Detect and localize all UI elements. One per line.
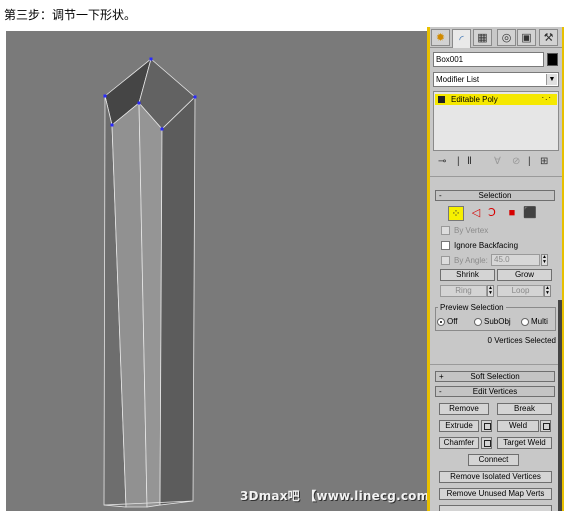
vertex-mode-icon[interactable]: ⁘ bbox=[448, 206, 464, 221]
checkbox-label: Ignore Backfacing bbox=[454, 241, 519, 250]
shrink-button[interactable]: Shrink bbox=[440, 269, 495, 281]
connect-button[interactable]: Connect bbox=[468, 454, 519, 466]
selection-status: 0 Vertices Selected bbox=[487, 336, 556, 345]
remove-button[interactable]: Remove bbox=[439, 403, 489, 415]
separator-icon: | bbox=[528, 156, 531, 167]
subobject-selector: ⁘ ◁ Ↄ ■ ⬛ bbox=[448, 206, 548, 222]
selection-rollout-header[interactable]: - Selection bbox=[435, 190, 555, 201]
preview-selection-title: Preview Selection bbox=[438, 303, 506, 312]
polygon-mode-icon[interactable]: ■ bbox=[504, 206, 520, 221]
weight-button[interactable] bbox=[439, 505, 552, 511]
soft-selection-rollout-header[interactable]: + Soft Selection bbox=[435, 371, 555, 382]
modifier-list-dropdown[interactable]: Modifier List ▼ bbox=[433, 72, 559, 87]
ring-button[interactable]: Ring bbox=[440, 285, 487, 297]
step-caption: 第三步：调节一下形状。 bbox=[4, 8, 137, 22]
chevron-down-icon: ▼ bbox=[546, 74, 557, 85]
loop-button[interactable]: Loop bbox=[497, 285, 544, 297]
extrude-button[interactable]: Extrude bbox=[439, 420, 479, 432]
divider bbox=[430, 364, 562, 365]
radio-button[interactable] bbox=[437, 318, 445, 326]
collapse-sign: - bbox=[439, 387, 442, 396]
divider bbox=[430, 176, 562, 177]
remove-unused-map-verts-button[interactable]: Remove Unused Map Verts bbox=[439, 488, 552, 500]
watermark: 3Dmax吧 【www.linecg.com/tieba/1771】 bbox=[240, 489, 427, 503]
stack-item-editable-poly[interactable]: Editable Poly ·.· bbox=[435, 93, 557, 105]
radio-button[interactable] bbox=[474, 318, 482, 326]
utilities-tab-icon[interactable]: ⚒ bbox=[539, 29, 558, 46]
hierarchy-tab-icon[interactable]: ▦ bbox=[473, 29, 492, 46]
stack-item-label: Editable Poly bbox=[451, 95, 498, 104]
element-mode-icon[interactable]: ⬛ bbox=[522, 206, 538, 221]
create-tab-icon[interactable]: ✹ bbox=[431, 29, 450, 46]
show-end-result-icon[interactable]: Ⅱ bbox=[467, 156, 472, 167]
checkbox-box[interactable] bbox=[441, 256, 450, 265]
chamfer-button[interactable]: Chamfer bbox=[439, 437, 479, 449]
ring-spinner-icon[interactable]: ▲ ▼ bbox=[487, 285, 494, 297]
display-tab-icon[interactable]: ▣ bbox=[517, 29, 536, 46]
weld-settings-icon[interactable] bbox=[540, 420, 551, 432]
border-mode-icon[interactable]: Ↄ bbox=[484, 206, 500, 221]
pin-stack-icon[interactable]: ⊸ bbox=[438, 156, 446, 167]
command-panel: ✹ ◜ ▦ ◎ ▣ ⚒ Box001 Modifier List ▼ Edita… bbox=[430, 27, 562, 511]
rollout-title: Edit Vertices bbox=[472, 387, 518, 396]
vertex-dots-icon: ·.· bbox=[541, 93, 552, 102]
modifier-list-label: Modifier List bbox=[436, 75, 480, 84]
expand-sign: + bbox=[439, 372, 444, 381]
remove-modifier-icon[interactable]: ⊘ bbox=[512, 156, 520, 167]
checkbox-box[interactable] bbox=[441, 226, 450, 235]
loop-spinner-icon[interactable]: ▲ ▼ bbox=[544, 285, 551, 297]
expand-icon[interactable] bbox=[438, 96, 445, 103]
checkbox-box[interactable] bbox=[441, 241, 450, 250]
object-name-field[interactable]: Box001 bbox=[433, 52, 544, 67]
target-weld-button[interactable]: Target Weld bbox=[497, 437, 552, 449]
command-panel-tabs: ✹ ◜ ▦ ◎ ▣ ⚒ bbox=[430, 27, 562, 48]
checkbox-label: By Angle: bbox=[454, 256, 488, 265]
collapse-sign: - bbox=[439, 191, 442, 200]
separator-icon: | bbox=[457, 156, 460, 167]
command-panel-scrollbar[interactable] bbox=[558, 300, 562, 511]
motion-tab-icon[interactable]: ◎ bbox=[497, 29, 516, 46]
edit-vertices-rollout-header[interactable]: - Edit Vertices bbox=[435, 386, 555, 397]
configure-modifier-sets-icon[interactable]: ⊞ bbox=[540, 156, 548, 167]
modifier-stack: Editable Poly ·.· bbox=[433, 91, 559, 151]
crystal-mesh bbox=[103, 57, 197, 508]
extrude-settings-icon[interactable] bbox=[481, 420, 492, 432]
angle-spinner-field[interactable]: 45.0 bbox=[491, 254, 540, 266]
modify-tab-icon[interactable]: ◜ bbox=[452, 29, 471, 48]
stack-toolbar: ⊸ | Ⅱ ∀ ⊘ | ⊞ bbox=[430, 155, 562, 171]
rollout-title: Selection bbox=[478, 191, 512, 200]
radio-label: Off bbox=[447, 317, 458, 326]
radio-label: SubObj bbox=[484, 317, 511, 326]
edge-mode-icon[interactable]: ◁ bbox=[468, 206, 484, 221]
grow-button[interactable]: Grow bbox=[497, 269, 552, 281]
object-color-swatch[interactable] bbox=[547, 53, 558, 66]
chamfer-settings-icon[interactable] bbox=[481, 437, 492, 449]
break-button[interactable]: Break bbox=[497, 403, 552, 415]
checkbox-label: By Vertex bbox=[454, 226, 489, 235]
remove-isolated-vertices-button[interactable]: Remove Isolated Vertices bbox=[439, 471, 552, 483]
make-unique-icon[interactable]: ∀ bbox=[494, 156, 501, 167]
viewport[interactable]: 3Dmax吧 【www.linecg.com/tieba/1771】 bbox=[6, 31, 427, 511]
weld-button[interactable]: Weld bbox=[497, 420, 539, 432]
rollout-title: Soft Selection bbox=[470, 372, 520, 381]
spinner-arrows-icon[interactable]: ▲ ▼ bbox=[541, 254, 548, 266]
radio-label: Multi bbox=[531, 317, 548, 326]
radio-button[interactable] bbox=[521, 318, 529, 326]
